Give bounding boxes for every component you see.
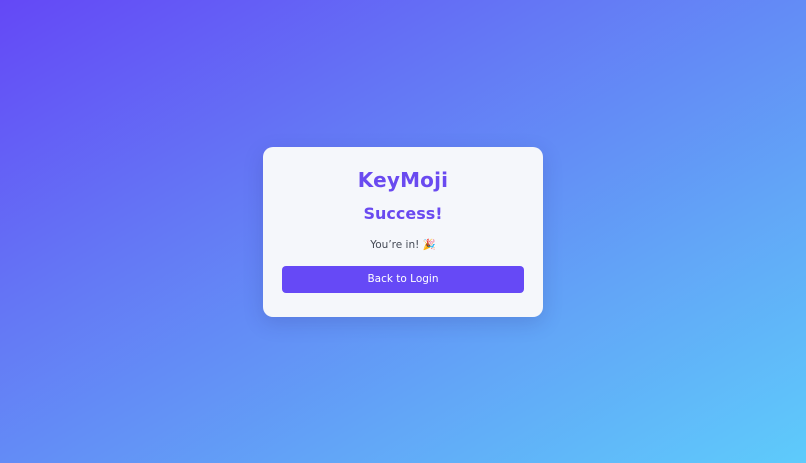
success-message: You’re in! 🎉 — [370, 239, 436, 251]
success-card: KeyMoji Success! You’re in! 🎉 Back to Lo… — [263, 147, 543, 317]
page-title: Success! — [363, 204, 443, 223]
back-to-login-button[interactable]: Back to Login — [282, 266, 524, 293]
app-logo-text: KeyMoji — [357, 168, 449, 192]
